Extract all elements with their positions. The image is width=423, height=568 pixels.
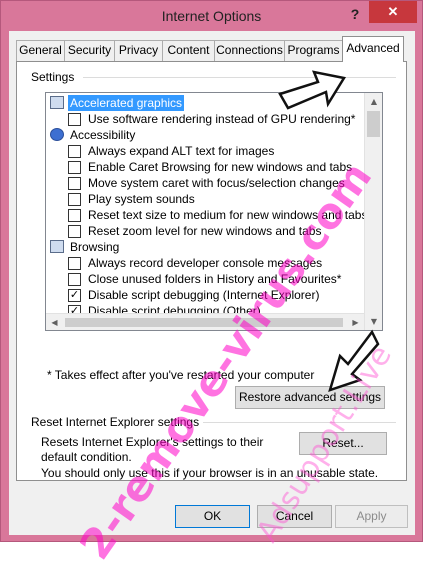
- reset-description: Resets Internet Explorer's settings to t…: [41, 435, 264, 464]
- tree-option-label: Enable Caret Browsing for new windows an…: [88, 160, 353, 174]
- tree-category-label: Accelerated graphics: [68, 95, 185, 111]
- vertical-scrollbar[interactable]: ▲ ▼: [364, 93, 382, 330]
- reset-button[interactable]: Reset...: [299, 432, 387, 455]
- checkbox[interactable]: [68, 225, 81, 238]
- tree-category-label: Accessibility: [70, 128, 136, 142]
- scroll-thumb[interactable]: [367, 111, 380, 137]
- tree-option-label: Reset zoom level for new windows and tab…: [88, 224, 322, 238]
- accessibility-icon: [50, 128, 64, 141]
- tree-option-label: Reset text size to medium for new window…: [88, 208, 368, 222]
- tab-content[interactable]: Content: [162, 40, 215, 61]
- tree-category-label: Browsing: [70, 240, 120, 254]
- monitor-icon: [50, 96, 64, 109]
- help-button[interactable]: ?: [345, 5, 365, 23]
- checkbox[interactable]: [68, 257, 81, 270]
- checkbox[interactable]: [68, 161, 81, 174]
- tree-option-label: Close unused folders in History and Favo…: [88, 272, 342, 286]
- checkbox[interactable]: [68, 193, 81, 206]
- annotation-arrow-icon: [328, 329, 380, 392]
- scroll-left-icon[interactable]: ◀: [46, 314, 63, 330]
- checkbox-checked[interactable]: ✓: [68, 289, 81, 302]
- checkbox[interactable]: [68, 145, 81, 158]
- tab-general[interactable]: General: [16, 40, 65, 61]
- reset-group-label: Reset Internet Explorer settings: [31, 415, 204, 429]
- reset-group-divider: [197, 422, 396, 423]
- ok-button[interactable]: OK: [175, 505, 250, 528]
- close-button[interactable]: ✕: [369, 1, 417, 23]
- tree-option-label: Move system caret with focus/selection c…: [88, 176, 345, 190]
- checkbox[interactable]: [68, 113, 81, 126]
- settings-tree[interactable]: Accelerated graphics Use software render…: [45, 92, 383, 331]
- horizontal-scrollbar[interactable]: ◀ ▶: [46, 313, 364, 330]
- tab-privacy[interactable]: Privacy: [114, 40, 163, 61]
- settings-group-label: Settings: [31, 70, 79, 84]
- tree-option-label: Always record developer console messages: [88, 256, 323, 270]
- tree-option-label: Disable script debugging (Internet Explo…: [88, 288, 320, 302]
- tree-option-label: Play system sounds: [88, 192, 195, 206]
- restart-footnote: * Takes effect after you've restarted yo…: [47, 368, 315, 382]
- scroll-up-icon[interactable]: ▲: [365, 93, 382, 110]
- title-bar[interactable]: Internet Options ? ✕: [1, 1, 422, 31]
- tree-option-label: Use software rendering instead of GPU re…: [88, 112, 356, 126]
- tab-security[interactable]: Security: [64, 40, 115, 61]
- cancel-button[interactable]: Cancel: [257, 505, 332, 528]
- checkbox[interactable]: [68, 273, 81, 286]
- horizontal-scroll-thumb[interactable]: [65, 318, 343, 327]
- advanced-tab-panel: Settings Accelerated graphics Use softwa…: [16, 61, 407, 481]
- tree-option-label: Always expand ALT text for images: [88, 144, 275, 158]
- browsing-icon: [50, 240, 64, 253]
- apply-button[interactable]: Apply: [335, 505, 408, 528]
- checkbox[interactable]: [68, 209, 81, 222]
- reset-warning: You should only use this if your browser…: [41, 466, 379, 480]
- checkbox[interactable]: [68, 177, 81, 190]
- annotation-arrow-icon: [278, 70, 347, 110]
